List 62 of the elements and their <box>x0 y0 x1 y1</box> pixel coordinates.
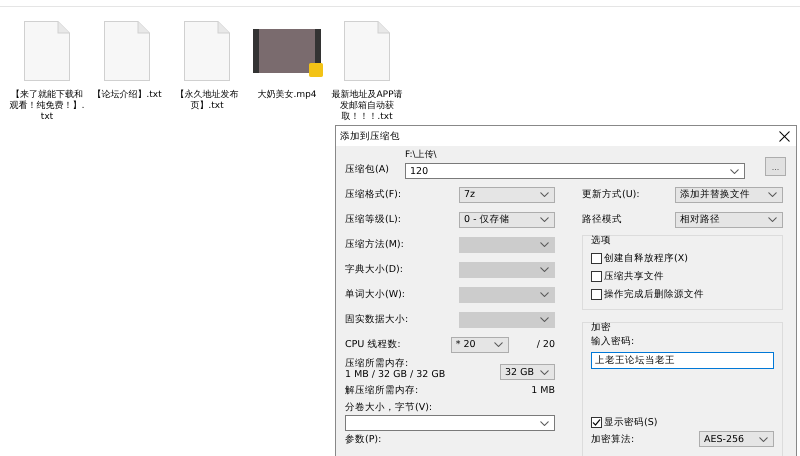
dropdown[interactable]: 相对路径 <box>675 212 783 228</box>
thread-total: / 20 <box>536 339 555 350</box>
option-checkbox[interactable]: 压缩共享文件 <box>591 267 664 285</box>
caret-icon <box>730 168 739 174</box>
memory-detail: 1 MB / 32 GB / 32 GB <box>345 369 446 380</box>
caret-icon <box>494 342 503 347</box>
field-label: 固实数据大小: <box>345 314 408 325</box>
caret-icon <box>768 217 777 222</box>
field-label: 压缩格式(F): <box>345 189 402 200</box>
volume-size-field[interactable] <box>345 415 555 431</box>
dropdown[interactable]: 7z <box>459 186 555 202</box>
field-label: 单词大小(W): <box>345 289 406 300</box>
file-name: 【永久地址发布页】.txt <box>174 90 240 112</box>
caret-icon <box>540 420 549 426</box>
file-name: 最新地址及APP请发邮箱自动获取！！！.txt <box>330 90 404 123</box>
field-label: 压缩等级(L): <box>345 214 401 225</box>
field-label: 参数(P): <box>345 434 382 445</box>
dialog-title: 添加到压缩包 <box>340 130 400 142</box>
file-name: 大奶美女.mp4 <box>256 90 318 101</box>
check-icon <box>592 418 601 426</box>
caret-icon <box>759 436 768 442</box>
text-file-icon[interactable] <box>184 21 230 81</box>
field-label: 分卷大小，字节(V): <box>345 402 432 413</box>
text-file-icon[interactable] <box>24 21 70 81</box>
caret-icon <box>540 217 549 222</box>
text-file-icon[interactable] <box>104 21 150 81</box>
dropdown[interactable]: AES-256 <box>699 431 774 447</box>
field-label: 压缩所需内存: <box>345 358 410 369</box>
caret-icon <box>768 192 777 197</box>
caret-icon <box>540 242 549 247</box>
field-label: 路径模式 <box>582 214 622 225</box>
dropdown[interactable]: * 20 <box>450 336 509 352</box>
password-field[interactable]: 上老王论坛当老王 <box>591 352 774 369</box>
field-label: 输入密码: <box>591 336 634 347</box>
memory-value: 1 MB <box>531 384 555 396</box>
field-label: CPU 线程数: <box>345 339 401 350</box>
dropdown[interactable]: 添加并替换文件 <box>675 186 783 202</box>
dropdown[interactable]: 32 GB <box>500 364 555 380</box>
field-label: 字典大小(D): <box>345 264 403 275</box>
close-button[interactable] <box>779 130 790 142</box>
field-label: 加密算法: <box>591 434 634 444</box>
caret-icon <box>540 267 549 272</box>
browse-button[interactable]: ... <box>765 157 786 176</box>
caret-icon <box>540 370 549 374</box>
group-title: 选项 <box>591 235 612 247</box>
field-label: 压缩包(A) <box>345 163 390 175</box>
text-file-icon[interactable] <box>344 21 390 81</box>
show-password-checkbox[interactable]: 显示密码(S) <box>591 413 658 431</box>
option-checkbox[interactable]: 创建自释放程序(X) <box>591 249 688 267</box>
caret-icon <box>540 317 549 322</box>
field-label: 更新方式(U): <box>582 189 640 200</box>
group-title: 加密 <box>591 322 612 334</box>
dropdown[interactable]: 0 - 仅存储 <box>459 212 555 228</box>
archive-path: F:\上传\ <box>405 150 438 161</box>
caret-icon <box>540 192 549 197</box>
file-name: 【论坛介绍】.txt <box>91 90 163 101</box>
archive-name-field[interactable]: 120 <box>405 163 745 179</box>
field-label: 压缩方法(M): <box>345 239 404 250</box>
file-name: 【来了就能下载和观看！纯免费！】.txt <box>8 90 86 123</box>
caret-icon <box>540 292 549 297</box>
option-checkbox[interactable]: 操作完成后删除源文件 <box>591 285 704 303</box>
field-label: 解压缩所需内存: <box>345 384 418 396</box>
